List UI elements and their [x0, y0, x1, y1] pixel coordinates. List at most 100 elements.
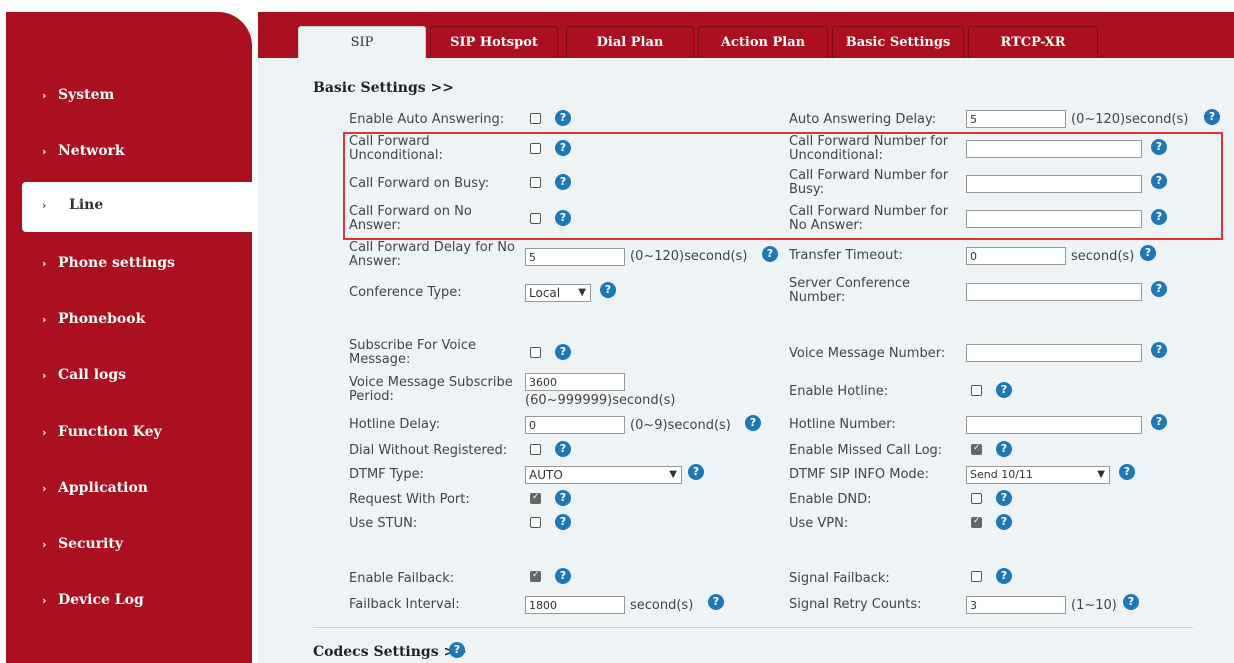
tab-rtcp-xr[interactable]: RTCP-XR [968, 26, 1098, 58]
subscribe-voice-checkbox[interactable] [530, 347, 541, 358]
help-icon[interactable]: ? [996, 490, 1012, 506]
help-icon[interactable]: ? [555, 210, 571, 226]
sidebar-item-system[interactable]: › System [6, 72, 252, 122]
help-icon[interactable]: ? [762, 246, 778, 262]
help-icon[interactable]: ? [996, 382, 1012, 398]
cf-noanswer-number-label: Call Forward Number for No Answer: [789, 204, 949, 233]
help-icon[interactable]: ? [1151, 342, 1167, 358]
sidebar-item-application[interactable]: › Application [6, 465, 252, 515]
help-icon[interactable]: ? [600, 282, 616, 298]
cf-busy-number-input[interactable] [966, 175, 1142, 193]
vm-subscribe-period-input[interactable] [525, 373, 625, 391]
help-icon[interactable]: ? [555, 140, 571, 156]
signal-retry-counts-input[interactable] [966, 596, 1066, 614]
sidebar-item-phone-settings[interactable]: › Phone settings [6, 240, 252, 290]
use-vpn-label: Use VPN: [789, 516, 849, 531]
help-icon[interactable]: ? [996, 441, 1012, 457]
cf-busy-number-label: Call Forward Number for Busy: [789, 168, 949, 197]
server-conference-input[interactable] [966, 283, 1142, 301]
sidebar: › System › Network › Line › Phone settings ›… [6, 12, 256, 663]
help-icon[interactable]: ? [555, 568, 571, 584]
enable-hotline-checkbox[interactable] [971, 385, 982, 396]
help-icon[interactable]: ? [1151, 173, 1167, 189]
help-icon[interactable]: ? [1119, 464, 1135, 480]
help-icon[interactable]: ? [688, 464, 704, 480]
dtmf-type-label: DTMF Type: [349, 467, 425, 482]
server-conference-label: Server Conference Number: [789, 276, 911, 305]
missed-call-log-label: Enable Missed Call Log: [789, 443, 943, 458]
section-title-basic-settings: Basic Settings >> [313, 80, 454, 96]
voice-message-number-input[interactable] [966, 344, 1142, 362]
use-stun-checkbox[interactable] [530, 517, 541, 528]
help-icon[interactable]: ? [555, 174, 571, 190]
help-icon[interactable]: ? [555, 514, 571, 530]
help-icon[interactable]: ? [1151, 414, 1167, 430]
chevron-right-icon: › [42, 594, 47, 607]
cf-delay-input[interactable] [525, 248, 625, 266]
cf-busy-label: Call Forward on Busy: [349, 176, 490, 191]
sidebar-item-call-logs[interactable]: › Call logs [6, 352, 252, 402]
tab-basic-settings[interactable]: Basic Settings [832, 26, 964, 58]
conference-type-select[interactable]: Local ▼ [525, 284, 591, 302]
help-icon[interactable]: ? [1204, 109, 1220, 125]
hotline-delay-label: Hotline Delay: [349, 417, 441, 432]
help-icon[interactable]: ? [555, 110, 571, 126]
chevron-down-icon: ▼ [669, 469, 677, 480]
help-icon[interactable]: ? [1151, 139, 1167, 155]
sidebar-item-device-log[interactable]: › Device Log [6, 577, 252, 627]
subscribe-voice-label: Subscribe For Voice Message: [349, 338, 477, 367]
missed-call-log-checkbox[interactable] [971, 443, 982, 455]
cf-uncond-label: Call Forward Unconditional: [349, 134, 443, 163]
dial-without-registered-checkbox[interactable] [530, 444, 541, 455]
cf-busy-checkbox[interactable] [530, 177, 541, 188]
tab-sip[interactable]: SIP [298, 26, 426, 58]
sidebar-item-security[interactable]: › Security [6, 521, 252, 571]
hotline-number-input[interactable] [966, 416, 1142, 434]
transfer-timeout-input[interactable] [966, 247, 1066, 265]
failback-interval-unit: second(s) [630, 598, 694, 613]
help-icon[interactable]: ? [1123, 594, 1139, 610]
hotline-number-label: Hotline Number: [789, 417, 896, 432]
help-icon[interactable]: ? [1140, 245, 1156, 261]
sidebar-item-function-key[interactable]: › Function Key [6, 409, 252, 459]
auto-answer-checkbox[interactable] [530, 113, 541, 124]
use-vpn-checkbox[interactable] [971, 516, 982, 528]
use-stun-label: Use STUN: [349, 516, 418, 531]
cf-noanswer-checkbox[interactable] [530, 213, 541, 224]
help-icon[interactable]: ? [1151, 209, 1167, 225]
help-icon[interactable]: ? [555, 344, 571, 360]
help-icon[interactable]: ? [555, 490, 571, 506]
dtmf-type-select[interactable]: AUTO ▼ [525, 466, 682, 484]
signal-failback-checkbox[interactable] [971, 571, 982, 582]
help-icon[interactable]: ? [996, 514, 1012, 530]
hotline-delay-input[interactable] [525, 416, 625, 434]
cf-uncond-number-input[interactable] [966, 140, 1142, 158]
cf-uncond-checkbox[interactable] [530, 143, 541, 154]
tab-action-plan[interactable]: Action Plan [698, 26, 828, 58]
cf-noanswer-number-input[interactable] [966, 210, 1142, 228]
help-icon[interactable]: ? [996, 568, 1012, 584]
help-icon[interactable]: ? [1151, 281, 1167, 297]
chevron-right-icon: › [42, 257, 47, 270]
auto-answer-delay-label: Auto Answering Delay: [789, 112, 937, 127]
chevron-right-icon: › [42, 89, 47, 102]
help-icon[interactable]: ? [745, 415, 761, 431]
chevron-right-icon: › [42, 199, 47, 212]
tab-bar: SIP SIP Hotspot Dial Plan Action Plan Ba… [258, 12, 1234, 58]
dtmf-sip-info-select[interactable]: Send 10/11 ▼ [966, 466, 1110, 484]
failback-interval-input[interactable] [525, 596, 625, 614]
help-icon[interactable]: ? [449, 642, 465, 658]
sidebar-item-line[interactable]: › Line [22, 182, 256, 232]
enable-failback-checkbox[interactable] [530, 570, 541, 582]
tab-sip-hotspot[interactable]: SIP Hotspot [430, 26, 558, 58]
tab-dial-plan[interactable]: Dial Plan [566, 26, 694, 58]
sidebar-item-phonebook[interactable]: › Phonebook [6, 296, 252, 346]
chevron-right-icon: › [42, 313, 47, 326]
sidebar-item-network[interactable]: › Network [6, 128, 252, 178]
help-icon[interactable]: ? [555, 441, 571, 457]
auto-answer-delay-input[interactable] [966, 110, 1066, 128]
help-icon[interactable]: ? [708, 594, 724, 610]
enable-dnd-label: Enable DND: [789, 492, 872, 507]
enable-dnd-checkbox[interactable] [971, 493, 982, 504]
request-with-port-checkbox[interactable] [530, 492, 541, 504]
